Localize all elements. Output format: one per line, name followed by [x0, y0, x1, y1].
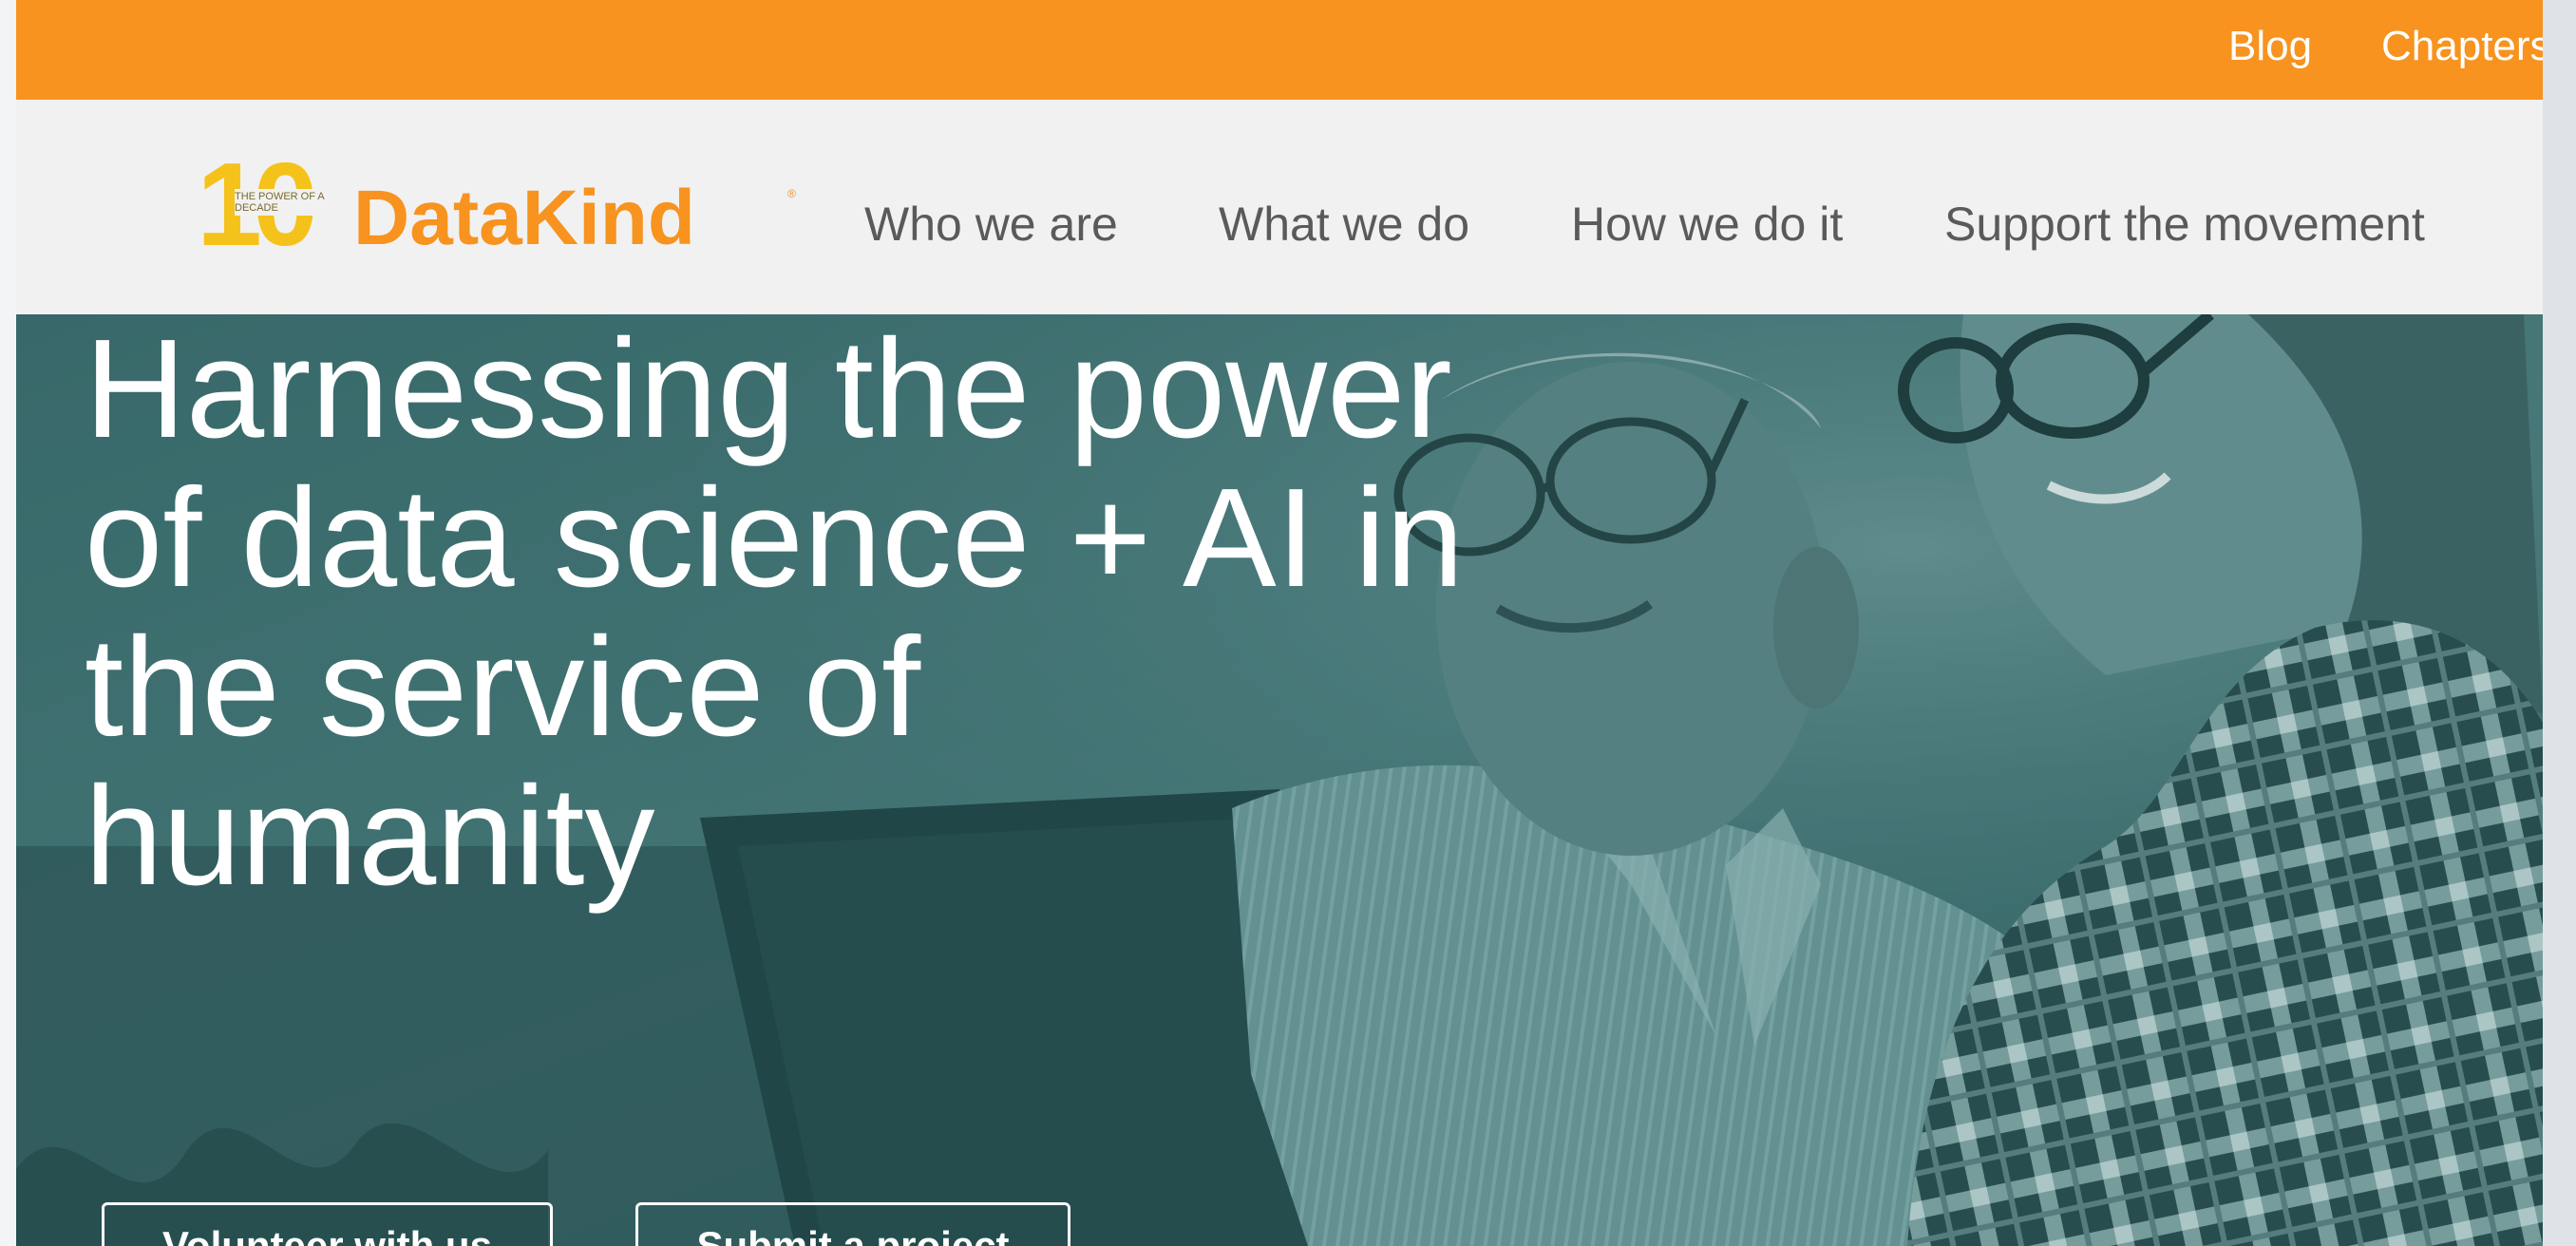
window-right-edge	[2543, 0, 2576, 1246]
nav-who-we-are[interactable]: Who we are	[864, 197, 1118, 252]
brand-name: DataKind	[353, 175, 695, 261]
submit-project-button[interactable]: Submit a project	[635, 1202, 1070, 1246]
nav-how-we-do-it[interactable]: How we do it	[1571, 197, 1843, 252]
anniversary-tagline: THE POWER OF A DECADE	[235, 189, 339, 216]
hero-section: Harnessing the power of data science + A…	[16, 314, 2543, 1246]
window-left-edge	[0, 0, 16, 1246]
nav-what-we-do[interactable]: What we do	[1219, 197, 1469, 252]
datakind-logo[interactable]: 10 THE POWER OF A DECADE DataKind ®	[197, 146, 805, 264]
volunteer-button[interactable]: Volunteer with us	[102, 1202, 553, 1246]
site-header: 10 THE POWER OF A DECADE DataKind ® Who …	[16, 100, 2543, 314]
chapters-link[interactable]: Chapters	[2381, 23, 2543, 70]
blog-link[interactable]: Blog	[2228, 23, 2312, 70]
nav-support-the-movement[interactable]: Support the movement	[1944, 197, 2425, 252]
registered-mark: ®	[787, 187, 796, 200]
web-page: Blog Chapters 10 THE POWER OF A DECADE D…	[16, 0, 2543, 1246]
utility-bar: Blog Chapters	[16, 0, 2543, 100]
hero-title: Harnessing the power of data science + A…	[85, 314, 1465, 915]
